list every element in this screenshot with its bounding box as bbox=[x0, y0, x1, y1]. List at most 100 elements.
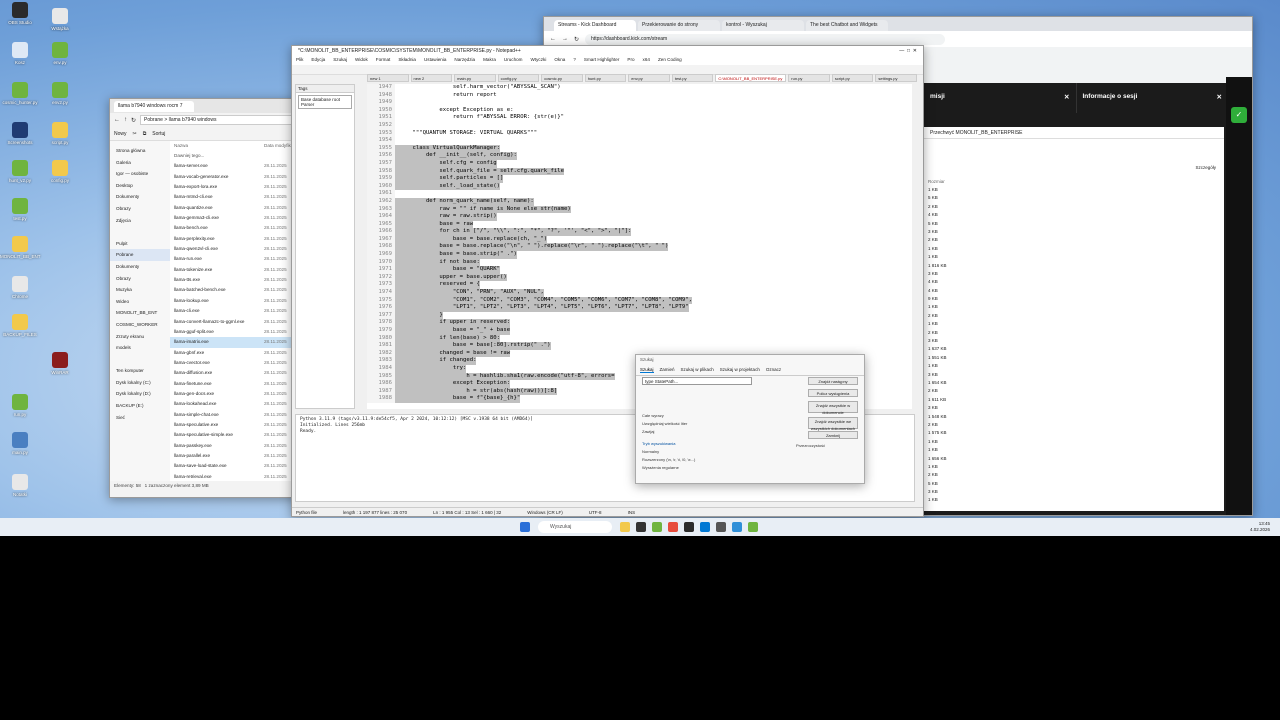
nav-item[interactable]: Dysk lokalny (C:) bbox=[110, 377, 170, 389]
file-row[interactable]: llama-tokenize.exe 28.11.2025 bbox=[170, 265, 298, 275]
python-icon[interactable] bbox=[732, 522, 742, 532]
nav-item[interactable]: Muzyka bbox=[110, 284, 170, 296]
nav-item[interactable]: Obrazy bbox=[110, 203, 170, 215]
nav-item[interactable]: Galeria bbox=[110, 157, 170, 169]
file-tab[interactable]: hunt.py bbox=[584, 74, 627, 82]
browser-tab[interactable]: kontrol - Wyszukaj bbox=[722, 20, 804, 31]
file-row[interactable]: llama-save-load-state.exe 28.11.2025 bbox=[170, 461, 298, 471]
dialog-tab[interactable]: Szukaj w projektach bbox=[720, 367, 760, 373]
nav-item[interactable]: Zdjęcia bbox=[110, 215, 170, 227]
notepadpp-icon[interactable] bbox=[652, 522, 662, 532]
find-next-button[interactable]: Znajdź następny bbox=[808, 377, 858, 385]
file-row[interactable]: llama-perplexity.exe 28.11.2025 bbox=[170, 234, 298, 244]
menu-item[interactable]: Edycja bbox=[311, 57, 325, 64]
details-label[interactable]: Szczegóły bbox=[1195, 165, 1216, 170]
file-row[interactable]: llama-convert-llama2c-to-ggml.exe 28.11.2… bbox=[170, 317, 298, 327]
file-row[interactable]: llama-gen-docs.exe 28.11.2025 bbox=[170, 389, 298, 399]
menu-item[interactable]: Plik bbox=[296, 57, 303, 64]
dialog-tab[interactable]: Szukaj bbox=[640, 367, 654, 373]
forward-icon[interactable]: → bbox=[562, 36, 568, 42]
explorer-address-bar[interactable]: Pobrane > llama b7940 windows bbox=[140, 115, 294, 125]
nav-item[interactable]: Obrazy bbox=[110, 273, 170, 285]
desktop-icon[interactable]: config.py bbox=[40, 160, 80, 183]
reload-icon[interactable]: ↻ bbox=[574, 36, 579, 43]
file-row[interactable]: llama-mtmd-cli.exe 28.11.2025 bbox=[170, 192, 298, 202]
desktop-icon[interactable]: env.py bbox=[40, 42, 80, 65]
menu-item[interactable]: ? bbox=[573, 57, 576, 64]
menu-item[interactable]: Składnia bbox=[398, 57, 416, 64]
file-row[interactable]: llama-diffusion.exe 28.11.2025 bbox=[170, 368, 298, 378]
find-all-doc-button[interactable]: Znajdź wszystkie w dokumencie bbox=[808, 401, 858, 415]
count-button[interactable]: Policz wystąpienia bbox=[808, 389, 858, 397]
menu-item[interactable]: Okna bbox=[554, 57, 565, 64]
file-row[interactable]: llama-server.exe 28.11.2025 bbox=[170, 161, 298, 171]
nav-item[interactable]: Wideo bbox=[110, 296, 170, 308]
file-tab[interactable]: new 1 bbox=[367, 74, 409, 82]
sort-button[interactable]: Sortuj bbox=[152, 131, 165, 137]
nav-item[interactable]: Dysk lokalny (D:) bbox=[110, 388, 170, 400]
file-row[interactable]: llama-export-lora.exe 28.11.2025 bbox=[170, 182, 298, 192]
edge-icon[interactable] bbox=[700, 522, 710, 532]
nav-item[interactable]: BACKUP (E:) bbox=[110, 400, 170, 412]
match-case-checkbox[interactable]: Uwzględniaj wielkość liter bbox=[642, 421, 687, 426]
nav-item[interactable]: Dokumenty bbox=[110, 191, 170, 203]
nav-item[interactable]: MONOLIT_BB_ENT bbox=[110, 307, 170, 319]
browser-tab[interactable]: Przekierowanie do strony bbox=[638, 20, 720, 31]
menu-item[interactable]: Wtyczki bbox=[531, 57, 547, 64]
file-tab[interactable]: main.py bbox=[454, 74, 496, 82]
menu-item[interactable]: Smart Highlighter bbox=[584, 57, 620, 64]
file-row[interactable]: llama-vocab-generator.exe 28.11.2025 bbox=[170, 172, 298, 182]
transparency-checkbox[interactable]: Przezroczystość bbox=[796, 443, 825, 448]
desktop-icon[interactable]: Chrome bbox=[0, 276, 40, 299]
menu-item[interactable]: Pro bbox=[627, 57, 634, 64]
group-header[interactable]: Dawniej tego... bbox=[170, 151, 298, 161]
file-tab[interactable]: config.py bbox=[497, 74, 540, 82]
terminal-icon[interactable] bbox=[636, 522, 646, 532]
desktop-icon[interactable]: Wstążka bbox=[40, 8, 80, 31]
browser-tab[interactable]: The best Chatbot and Widgets bbox=[806, 20, 888, 31]
dialog-tab[interactable]: Szukaj w plikach bbox=[681, 367, 714, 373]
menu-item[interactable]: Zen Coding bbox=[658, 57, 682, 64]
new-button[interactable]: Nowy bbox=[114, 131, 127, 137]
app-icon[interactable] bbox=[748, 522, 758, 532]
back-icon[interactable]: ← bbox=[550, 36, 556, 42]
browser-tab[interactable]: Streams - Kick Dashboard bbox=[554, 20, 636, 31]
column-name[interactable]: Nazwa bbox=[174, 143, 264, 151]
file-row[interactable]: llama-gemma3-cli.exe 28.11.2025 bbox=[170, 213, 298, 223]
clock[interactable]: 13:45 4.02.2026 bbox=[1250, 521, 1270, 533]
file-row[interactable]: llama-lookahead.exe 28.11.2025 bbox=[170, 399, 298, 409]
desktop-icon[interactable]: WinRAR bbox=[40, 352, 80, 375]
nav-item[interactable]: Desktop bbox=[110, 180, 170, 192]
find-placeholder[interactable]: Przechwyć MONOLIT_BB_ENTERPRISE bbox=[930, 130, 1023, 136]
minimize-icon[interactable]: — bbox=[899, 48, 904, 54]
file-row[interactable]: llama-gbnf.exe 28.11.2025 bbox=[170, 348, 298, 358]
menu-item[interactable]: Narzędzia bbox=[454, 57, 475, 64]
dialog-tab[interactable]: Oznacz bbox=[766, 367, 781, 373]
nav-item[interactable]: models bbox=[110, 342, 170, 354]
file-row[interactable]: llama-passkey.exe 28.11.2025 bbox=[170, 441, 298, 451]
file-tab[interactable]: C:\MONOLIT_BB_ENTERPRISE.py bbox=[715, 74, 787, 82]
back-icon[interactable]: ← bbox=[114, 117, 120, 123]
close-icon[interactable]: ✕ bbox=[1064, 93, 1069, 103]
file-row[interactable]: llama-simple-chat.exe 28.11.2025 bbox=[170, 410, 298, 420]
nav-item[interactable]: Pobrane bbox=[110, 249, 170, 261]
desktop-icon[interactable]: Kosz bbox=[0, 42, 40, 65]
explorer-tab[interactable]: llama b7940 windows rocm 7 bbox=[114, 100, 194, 112]
menu-item[interactable]: x64 bbox=[643, 57, 650, 64]
desktop-icon[interactable]: test.py bbox=[0, 198, 40, 221]
desktop-icon[interactable]: run.py bbox=[0, 394, 40, 417]
up-icon[interactable]: ↑ bbox=[124, 117, 127, 123]
nav-item[interactable]: Ten komputer bbox=[110, 365, 170, 377]
folder-icon[interactable] bbox=[620, 522, 630, 532]
menu-item[interactable]: Ustawienia bbox=[424, 57, 446, 64]
desktop-icon[interactable]: BACKUP_FILES bbox=[0, 314, 40, 337]
obs-icon[interactable] bbox=[684, 522, 694, 532]
file-tab[interactable]: script.py bbox=[831, 74, 874, 82]
find-input[interactable]: type StatePath... bbox=[642, 377, 752, 385]
file-row[interactable]: llama-tts.exe 28.11.2025 bbox=[170, 275, 298, 285]
menu-item[interactable]: Widok bbox=[355, 57, 368, 64]
cut-icon[interactable]: ✂ bbox=[133, 131, 137, 137]
file-tab[interactable]: test.py bbox=[671, 74, 714, 82]
desktop-icon[interactable]: env2.py bbox=[40, 82, 80, 105]
nav-item[interactable]: Igor — osobiste bbox=[110, 168, 170, 180]
